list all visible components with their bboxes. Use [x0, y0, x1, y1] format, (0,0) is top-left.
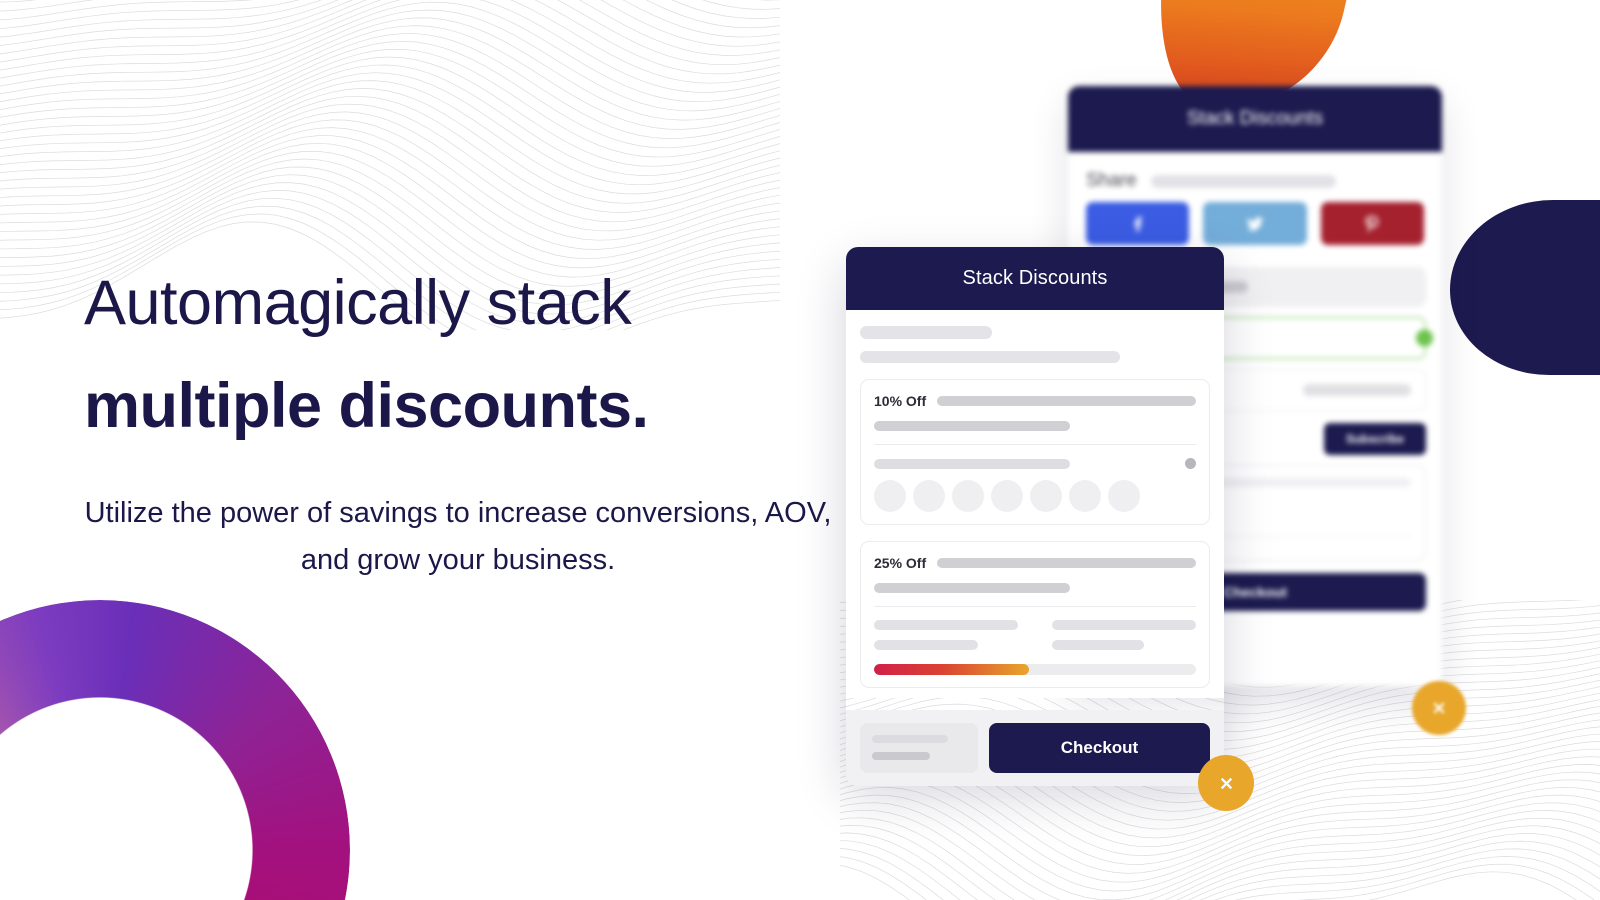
offer-header: 10% Off [874, 393, 1196, 409]
share-row: Share [1068, 152, 1442, 202]
front-card-mockup: Stack Discounts 10% Off 25% Off Checkout [846, 247, 1224, 786]
discount-progress-fill [874, 664, 1029, 675]
offer-detail-columns [874, 620, 1196, 650]
color-swatch[interactable] [1030, 480, 1062, 512]
share-label: Share [1086, 170, 1137, 191]
color-swatch[interactable] [1069, 480, 1101, 512]
pinterest-share-button[interactable] [1320, 202, 1424, 245]
color-swatch-row [874, 480, 1196, 512]
twitter-icon [1246, 216, 1264, 231]
selected-indicator-dot [1416, 329, 1433, 347]
variant-row[interactable] [874, 458, 1196, 469]
offer-placeholder-bar [937, 558, 1196, 568]
twitter-share-button[interactable] [1203, 202, 1307, 245]
detail-bar [1052, 640, 1145, 650]
total-value-bar [872, 752, 930, 760]
front-card-footer: Checkout [846, 710, 1224, 786]
color-swatch[interactable] [952, 480, 984, 512]
subtitle-placeholder-bar [860, 351, 1120, 363]
divider [874, 606, 1196, 607]
offer-header: 25% Off [874, 555, 1196, 571]
offer-placeholder-bar [937, 396, 1196, 406]
pinterest-icon [1365, 215, 1379, 232]
detail-bar [1052, 620, 1196, 630]
color-swatch[interactable] [1108, 480, 1140, 512]
color-swatch[interactable] [991, 480, 1023, 512]
back-card-title: Stack Discounts [1068, 86, 1442, 152]
variant-placeholder-bar [874, 458, 1070, 469]
color-swatch[interactable] [874, 480, 906, 512]
hero-text-block: Automagically stack multiple discounts. … [84, 272, 844, 584]
detail-column-left [874, 620, 1018, 650]
offer-label: 25% Off [874, 555, 927, 571]
color-swatch[interactable] [913, 480, 945, 512]
front-card-title: Stack Discounts [846, 247, 1224, 310]
headline-line-1: Automagically stack [84, 268, 632, 338]
offer-label: 10% Off [874, 393, 927, 409]
detail-bar [874, 620, 1018, 630]
option-placeholder-bar [1303, 384, 1411, 396]
offer-description-bar [874, 421, 1070, 431]
title-placeholder-bar [860, 326, 992, 339]
front-card-body: 10% Off 25% Off [846, 310, 1224, 698]
offer-card-10-percent[interactable]: 10% Off [860, 379, 1210, 525]
facebook-share-button[interactable] [1086, 202, 1190, 245]
offer-description-bar [874, 583, 1070, 593]
offer-card-25-percent[interactable]: 25% Off [860, 541, 1210, 688]
detail-bar [874, 640, 978, 650]
share-placeholder-bar [1150, 174, 1336, 188]
detail-column-right [1052, 620, 1196, 650]
close-icon [1220, 777, 1232, 789]
close-button-back-card[interactable] [1412, 681, 1466, 735]
order-total-summary [860, 723, 978, 773]
checkout-button[interactable]: Checkout [989, 723, 1210, 773]
total-label-bar [872, 735, 948, 743]
facebook-icon [1133, 216, 1142, 231]
subheadline: Utilize the power of savings to increase… [84, 497, 832, 576]
close-icon [1433, 702, 1445, 714]
subscribe-button[interactable]: Subscribe [1323, 423, 1426, 455]
close-button-front-card[interactable] [1198, 755, 1254, 811]
divider [874, 444, 1196, 445]
discount-progress-bar [874, 664, 1196, 675]
radio-indicator[interactable] [1185, 458, 1196, 469]
headline-line-2: multiple discounts. [84, 371, 649, 441]
